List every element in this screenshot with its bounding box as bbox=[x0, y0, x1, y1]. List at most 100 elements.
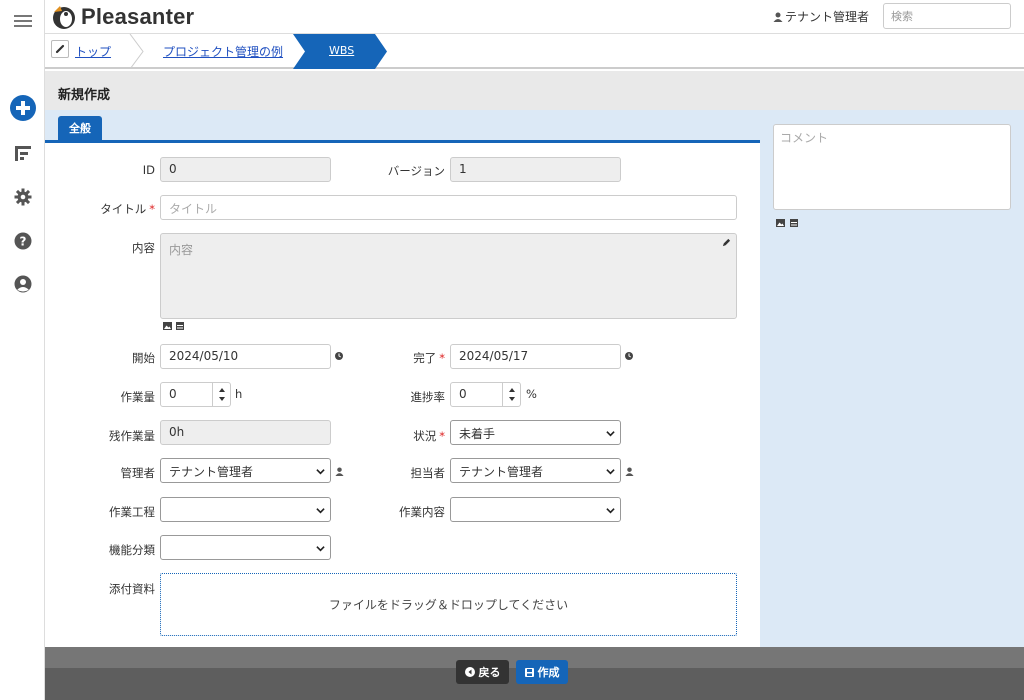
status-label-text: 状況 bbox=[413, 429, 437, 443]
user-name: テナント管理者 bbox=[784, 10, 869, 24]
breadcrumb: トップ プロジェクト管理の例 WBS bbox=[45, 34, 1024, 69]
clock-icon[interactable] bbox=[335, 352, 343, 360]
start-label: 開始 bbox=[132, 351, 155, 365]
back-button-label: 戻る bbox=[478, 666, 501, 679]
owner-value: テナント管理者 bbox=[459, 465, 544, 479]
id-label: ID bbox=[142, 163, 155, 177]
id-value: 0 bbox=[169, 162, 177, 176]
end-label: 完了 * bbox=[413, 350, 445, 366]
breadcrumb-item-top[interactable]: トップ bbox=[75, 43, 111, 60]
progress-label: 進捗率 bbox=[410, 390, 446, 404]
header: Pleasanter テナント管理者 検索 bbox=[45, 0, 1024, 34]
chevron-down-icon bbox=[606, 469, 615, 475]
back-button[interactable]: 戻る bbox=[456, 660, 509, 684]
main-panel: 全般 ID 0 バージョン 1 タイトル * タイトル 内容 内容 開始 2024… bbox=[45, 110, 760, 668]
chevron-down-icon bbox=[606, 431, 615, 437]
remaining-value: 0h bbox=[169, 425, 185, 439]
breadcrumb-item-wbs[interactable]: WBS bbox=[329, 44, 354, 57]
create-button[interactable]: 作成 bbox=[516, 660, 568, 684]
comment-textarea[interactable]: コメント bbox=[773, 124, 1011, 210]
title-label: タイトル * bbox=[100, 201, 155, 217]
required-mark: * bbox=[439, 351, 445, 365]
workload-label: 作業量 bbox=[120, 390, 156, 404]
category-select[interactable] bbox=[160, 535, 331, 560]
id-field: 0 bbox=[160, 157, 331, 182]
owner-select[interactable]: テナント管理者 bbox=[450, 458, 621, 483]
image-icon[interactable] bbox=[163, 322, 172, 330]
required-mark: * bbox=[149, 202, 155, 216]
title-input[interactable]: タイトル bbox=[160, 195, 737, 220]
remaining-label: 残作業量 bbox=[109, 429, 155, 443]
breadcrumb-link-icon[interactable] bbox=[51, 40, 69, 58]
chevron-down-icon bbox=[316, 546, 325, 552]
tab-general[interactable]: 全般 bbox=[58, 116, 102, 140]
version-field: 1 bbox=[450, 157, 621, 182]
back-arrow-icon bbox=[464, 667, 475, 677]
attach-file-icon[interactable] bbox=[790, 219, 798, 227]
breadcrumb-separator bbox=[129, 34, 144, 69]
start-date-value: 2024/05/10 bbox=[169, 349, 239, 363]
end-date-input[interactable]: 2024/05/17 bbox=[450, 344, 621, 369]
page-title: 新規作成 bbox=[58, 88, 111, 103]
app-name: Pleasanter bbox=[81, 4, 195, 29]
clock-icon[interactable] bbox=[625, 352, 633, 360]
body-textarea[interactable]: 内容 bbox=[160, 233, 737, 319]
end-label-text: 完了 bbox=[413, 351, 437, 365]
sort-list-icon[interactable] bbox=[0, 142, 45, 164]
status-select[interactable]: 未着手 bbox=[450, 420, 621, 445]
user-icon bbox=[773, 12, 783, 22]
manager-select[interactable]: テナント管理者 bbox=[160, 458, 331, 483]
progress-stepper[interactable]: 0 bbox=[450, 382, 521, 407]
user-select-icon[interactable] bbox=[625, 467, 634, 476]
attach-file-icon[interactable] bbox=[176, 322, 184, 330]
body-placeholder: 内容 bbox=[169, 243, 194, 257]
manager-label: 管理者 bbox=[120, 466, 156, 480]
owner-label: 担当者 bbox=[410, 466, 446, 480]
remaining-field: 0h bbox=[160, 420, 331, 445]
process-label: 作業工程 bbox=[109, 505, 155, 519]
version-label: バージョン bbox=[387, 164, 445, 178]
work-content-label: 作業内容 bbox=[399, 505, 445, 519]
attachments-label: 添付資料 bbox=[109, 582, 155, 596]
new-item-plus-icon[interactable] bbox=[0, 93, 45, 123]
comment-panel: コメント bbox=[760, 110, 1024, 668]
user-account-icon[interactable] bbox=[0, 273, 45, 295]
workload-stepper[interactable]: 0 bbox=[160, 382, 231, 407]
user-menu[interactable]: テナント管理者 bbox=[773, 8, 869, 25]
page-title-bar: 新規作成 bbox=[45, 71, 1024, 110]
svg-text:?: ? bbox=[19, 235, 26, 249]
version-value: 1 bbox=[459, 162, 467, 176]
chevron-down-icon bbox=[606, 508, 615, 514]
hamburger-menu-icon[interactable] bbox=[0, 10, 45, 32]
status-label: 状況 * bbox=[413, 428, 445, 444]
user-select-icon[interactable] bbox=[335, 467, 344, 476]
attachments-dropzone[interactable]: ファイルをドラッグ＆ドロップしてください bbox=[160, 573, 737, 636]
chevron-down-icon bbox=[316, 469, 325, 475]
body-label: 内容 bbox=[132, 241, 155, 255]
stepper-buttons[interactable] bbox=[502, 383, 520, 406]
gear-icon[interactable] bbox=[0, 186, 45, 208]
side-navigation: ? bbox=[0, 0, 45, 700]
dropzone-text: ファイルをドラッグ＆ドロップしてください bbox=[328, 598, 569, 612]
image-icon[interactable] bbox=[776, 219, 785, 227]
breadcrumb-item-project[interactable]: プロジェクト管理の例 bbox=[163, 43, 283, 60]
stepper-buttons[interactable] bbox=[212, 383, 230, 406]
start-date-input[interactable]: 2024/05/10 bbox=[160, 344, 331, 369]
search-input[interactable]: 検索 bbox=[883, 3, 1011, 29]
process-select[interactable] bbox=[160, 497, 331, 522]
work-content-select[interactable] bbox=[450, 497, 621, 522]
workload-value: 0 bbox=[169, 387, 177, 401]
category-label: 機能分類 bbox=[109, 543, 155, 557]
help-icon[interactable]: ? bbox=[0, 230, 45, 252]
pleasanter-logo-icon bbox=[53, 6, 75, 29]
create-button-label: 作成 bbox=[537, 666, 560, 679]
status-value: 未着手 bbox=[459, 427, 496, 441]
title-placeholder: タイトル bbox=[169, 202, 218, 216]
editor-form: ID 0 バージョン 1 タイトル * タイトル 内容 内容 開始 2024/05… bbox=[45, 143, 760, 668]
progress-value: 0 bbox=[459, 387, 467, 401]
manager-value: テナント管理者 bbox=[169, 465, 254, 479]
save-disk-icon bbox=[524, 667, 534, 677]
edit-pencil-icon[interactable] bbox=[722, 238, 731, 247]
comment-placeholder: コメント bbox=[780, 131, 829, 145]
app-logo[interactable]: Pleasanter bbox=[51, 2, 194, 32]
